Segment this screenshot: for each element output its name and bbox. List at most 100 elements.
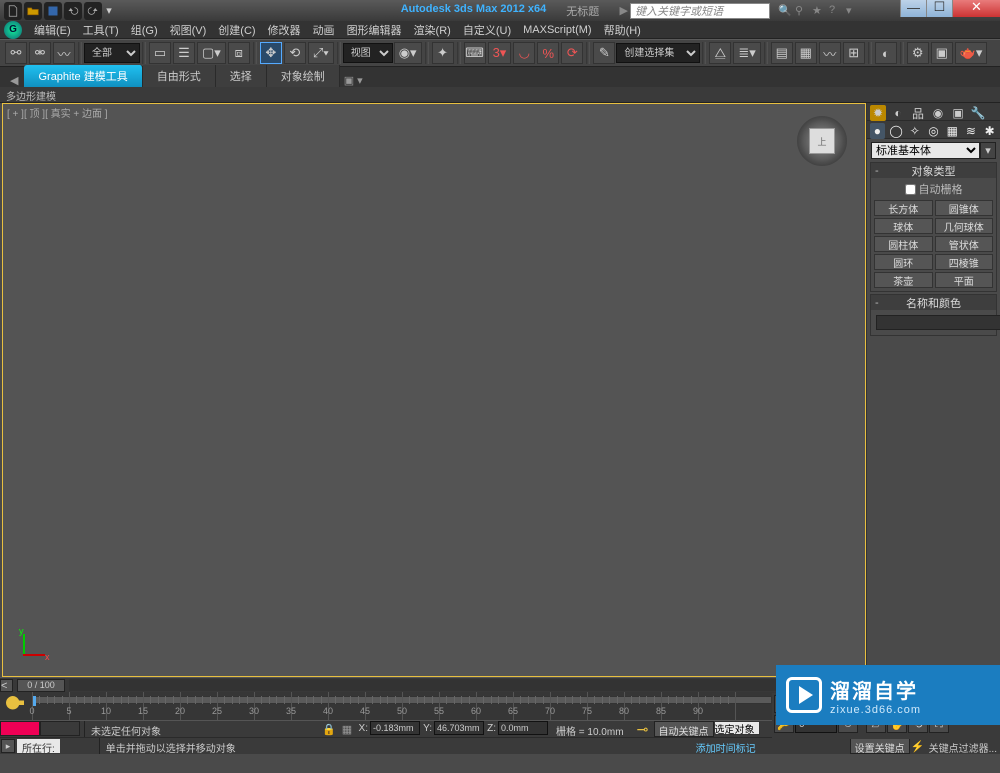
- key-toggle-icon[interactable]: ⊸: [632, 721, 654, 737]
- mirror-icon[interactable]: ⧋: [709, 42, 731, 64]
- pivot-center-icon[interactable]: ◉▾: [394, 42, 422, 64]
- spinner-snap-icon[interactable]: ⟳: [561, 42, 583, 64]
- menu-modifiers[interactable]: 修改器: [262, 20, 307, 40]
- select-rotate-icon[interactable]: ⟲: [284, 42, 306, 64]
- obj-tube-button[interactable]: 管状体: [935, 236, 994, 252]
- search-icon[interactable]: 🔍: [778, 4, 792, 18]
- snap-toggle-icon[interactable]: 3▾: [488, 42, 512, 64]
- obj-sphere-button[interactable]: 球体: [874, 218, 933, 234]
- ribbon-minimize-icon[interactable]: ▣ ▾: [344, 74, 363, 87]
- select-scale-icon[interactable]: ⤢▾: [308, 42, 334, 64]
- minimize-button[interactable]: —: [900, 0, 926, 17]
- shapes-cat-icon[interactable]: ◯: [889, 123, 904, 139]
- obj-box-button[interactable]: 长方体: [874, 200, 933, 216]
- layers-manager-icon[interactable]: ▤: [771, 42, 793, 64]
- schematic-view-icon[interactable]: ⊞: [843, 42, 865, 64]
- menu-animation[interactable]: 动画: [307, 20, 341, 40]
- ribbon-tab-object-paint[interactable]: 对象绘制: [267, 65, 340, 87]
- rendered-frame-icon[interactable]: ▣: [931, 42, 953, 64]
- qat-dropdown-icon[interactable]: ▾: [104, 2, 114, 20]
- named-selection-dropdown[interactable]: 创建选择集: [616, 43, 700, 63]
- edit-named-sel-icon[interactable]: ✎: [593, 42, 615, 64]
- undo-icon[interactable]: [64, 2, 82, 20]
- x-coord-input[interactable]: [370, 721, 420, 735]
- key-filter-button[interactable]: 关键点过滤器...: [926, 738, 1000, 754]
- set-key-mode-icon[interactable]: [6, 696, 24, 708]
- utilities-tab-icon[interactable]: 🔧: [970, 105, 986, 121]
- obj-geosphere-button[interactable]: 几何球体: [935, 218, 994, 234]
- ribbon-collapse-left-icon[interactable]: ◀: [4, 74, 24, 87]
- render-setup-icon[interactable]: ⚙: [907, 42, 929, 64]
- geometry-cat-icon[interactable]: ●: [870, 123, 885, 139]
- window-crossing-icon[interactable]: ⧈: [228, 42, 250, 64]
- menu-group[interactable]: 组(G): [125, 20, 164, 40]
- create-tab-icon[interactable]: ✹: [870, 105, 886, 121]
- view-cube-face[interactable]: 上: [809, 128, 835, 154]
- help-dropdown-icon[interactable]: ▾: [846, 4, 860, 18]
- unlink-icon[interactable]: ⚮: [29, 42, 51, 64]
- menu-render[interactable]: 渲染(R): [408, 20, 457, 40]
- menu-customize[interactable]: 自定义(U): [457, 20, 517, 40]
- menu-create[interactable]: 创建(C): [212, 20, 261, 40]
- select-region-icon[interactable]: ▢▾: [197, 42, 226, 64]
- percent-snap-icon[interactable]: %: [537, 42, 559, 64]
- primitive-category-dropdown[interactable]: 标准基本体: [871, 142, 980, 159]
- rollout-object-type[interactable]: -对象类型: [871, 163, 996, 178]
- ribbon-panel-label[interactable]: 多边形建模: [0, 87, 1000, 103]
- save-file-icon[interactable]: [44, 2, 62, 20]
- ribbon-tab-selection[interactable]: 选择: [216, 65, 267, 87]
- ref-coord-dropdown[interactable]: 视图: [343, 43, 393, 63]
- hierarchy-tab-icon[interactable]: 品: [910, 105, 926, 121]
- obj-pyramid-button[interactable]: 四棱锥: [935, 254, 994, 270]
- view-cube[interactable]: 上: [797, 116, 847, 166]
- track-block[interactable]: [0, 721, 40, 736]
- curve-editor-icon[interactable]: 〰: [819, 42, 841, 64]
- helpers-cat-icon[interactable]: ▦: [945, 123, 960, 139]
- set-key-button[interactable]: 设置关键点: [850, 738, 910, 754]
- obj-cylinder-button[interactable]: 圆柱体: [874, 236, 933, 252]
- render-icon[interactable]: 🫖▾: [955, 42, 988, 64]
- lock-selection-icon[interactable]: 🔒: [320, 721, 338, 737]
- y-coord-input[interactable]: [434, 721, 484, 735]
- auto-key-button[interactable]: 自动关键点: [654, 721, 714, 737]
- menu-edit[interactable]: 编辑(E): [28, 20, 77, 40]
- object-name-input[interactable]: [876, 315, 1000, 330]
- material-editor-icon[interactable]: ◐: [875, 42, 897, 64]
- select-move-icon[interactable]: ✥: [260, 42, 282, 64]
- align-icon[interactable]: ≣▾: [733, 42, 760, 64]
- menu-view[interactable]: 视图(V): [164, 20, 213, 40]
- spacewarps-cat-icon[interactable]: ≋: [964, 123, 979, 139]
- close-button[interactable]: ✕: [952, 0, 1000, 17]
- obj-torus-button[interactable]: 圆环: [874, 254, 933, 270]
- add-time-tag-button[interactable]: 添加时间标记: [690, 738, 762, 754]
- bind-space-warp-icon[interactable]: 〰: [53, 42, 75, 64]
- viewport-label[interactable]: [ + ][ 顶 ][ 真实 + 边面 ]: [7, 105, 108, 120]
- systems-cat-icon[interactable]: ✱: [982, 123, 997, 139]
- menu-maxscript[interactable]: MAXScript(M): [517, 22, 597, 38]
- viewport[interactable]: [ + ][ 顶 ][ 真实 + 边面 ] 上 y x: [2, 103, 866, 677]
- angle-snap-icon[interactable]: ◡: [513, 42, 535, 64]
- ribbon-tab-graphite[interactable]: Graphite 建模工具: [24, 65, 142, 87]
- time-slider-handle[interactable]: 0 / 100: [17, 679, 65, 692]
- autogrid-checkbox[interactable]: [905, 184, 916, 195]
- open-file-icon[interactable]: [24, 2, 42, 20]
- time-slider-prev-icon[interactable]: <: [0, 679, 13, 692]
- graphite-toggle-icon[interactable]: ▦: [795, 42, 817, 64]
- selected-sets-dropdown[interactable]: [714, 721, 760, 735]
- modify-tab-icon[interactable]: ◐: [890, 105, 906, 121]
- maximize-button[interactable]: ☐: [926, 0, 952, 17]
- menu-tools[interactable]: 工具(T): [77, 20, 125, 40]
- motion-tab-icon[interactable]: ◉: [930, 105, 946, 121]
- obj-teapot-button[interactable]: 茶壶: [874, 272, 933, 288]
- key-filter-icon[interactable]: ⚡: [910, 738, 926, 754]
- link-icon[interactable]: ⚲: [795, 4, 809, 18]
- obj-plane-button[interactable]: 平面: [935, 272, 994, 288]
- keyboard-shortcut-icon[interactable]: ⌨: [464, 42, 486, 64]
- new-file-icon[interactable]: [4, 2, 22, 20]
- cameras-cat-icon[interactable]: ◎: [926, 123, 941, 139]
- ribbon-tab-freeform[interactable]: 自由形式: [143, 65, 216, 87]
- selection-filter-dropdown[interactable]: 全部: [84, 43, 140, 63]
- select-by-name-icon[interactable]: ☰: [173, 42, 195, 64]
- app-menu-button[interactable]: G: [4, 21, 22, 39]
- category-dropdown-arrow-icon[interactable]: ▾: [980, 142, 996, 159]
